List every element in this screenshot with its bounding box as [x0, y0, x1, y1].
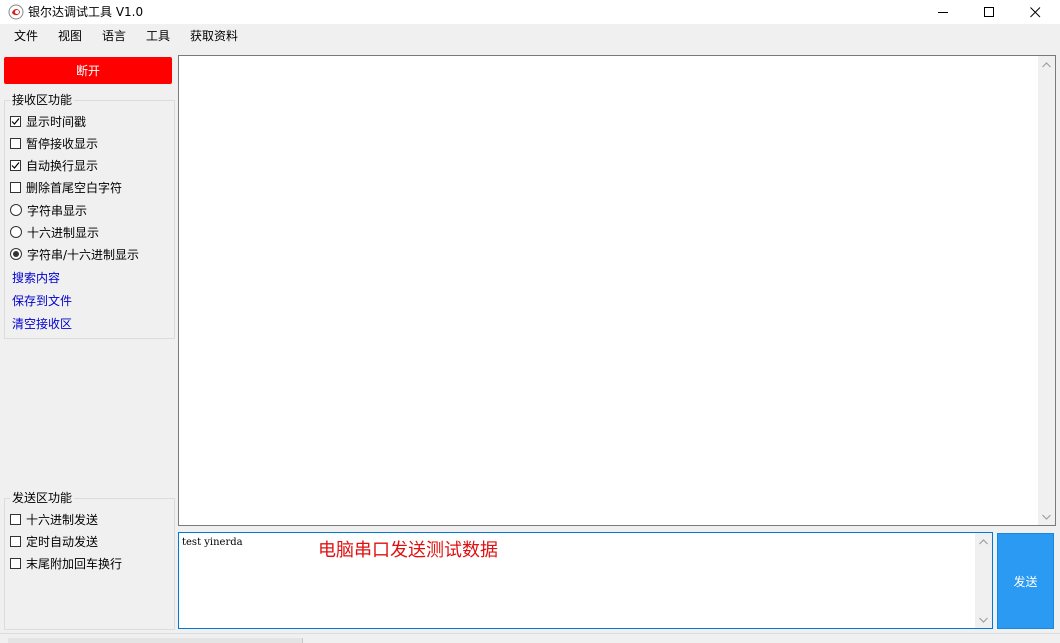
- string-hex-display-radio[interactable]: 字符串/十六进制显示: [10, 246, 139, 262]
- checkbox-box: [10, 535, 21, 547]
- menu-language[interactable]: 语言: [102, 28, 126, 44]
- option-label: 删除首尾空白字符: [26, 180, 123, 195]
- close-icon: [1029, 6, 1040, 17]
- append-crlf-checkbox[interactable]: 末尾附加回车换行: [10, 555, 122, 571]
- hex-display-radio[interactable]: 十六进制显示: [10, 224, 99, 240]
- radio-circle: [10, 204, 22, 216]
- checkbox-box: [10, 137, 21, 149]
- close-button[interactable]: [1012, 0, 1058, 24]
- show-timestamp-checkbox[interactable]: 显示时间戳: [10, 113, 86, 129]
- radio-circle: [10, 248, 22, 260]
- send-annotation: 电脑串口发送测试数据: [318, 540, 498, 561]
- option-label: 末尾附加回车换行: [26, 556, 123, 571]
- option-label: 字符串/十六进制显示: [27, 247, 140, 262]
- scroll-up-icon[interactable]: [975, 533, 992, 550]
- receive-options-legend: 接收区功能: [10, 93, 75, 107]
- string-display-radio[interactable]: 字符串显示: [10, 202, 87, 218]
- option-label: 暂停接收显示: [26, 136, 99, 151]
- save-to-file-link[interactable]: 保存到文件: [12, 293, 72, 309]
- send-button[interactable]: 发送: [997, 533, 1054, 629]
- checkbox-box: [10, 181, 21, 193]
- send-scrollbar[interactable]: [975, 533, 992, 628]
- option-label: 十六进制发送: [26, 512, 99, 527]
- scroll-down-icon[interactable]: [1038, 508, 1055, 525]
- maximize-button[interactable]: [966, 0, 1012, 24]
- disconnect-button[interactable]: 断开: [4, 57, 172, 84]
- option-label: 字符串显示: [27, 203, 88, 218]
- menu-get-resources[interactable]: 获取资料: [190, 28, 238, 44]
- option-label: 自动换行显示: [26, 158, 99, 173]
- title-bar: 银尔达调试工具 V1.0: [0, 0, 1060, 24]
- menu-bar: 文件 视图 语言 工具 获取资料: [0, 24, 1060, 48]
- clear-receive-link[interactable]: 清空接收区: [12, 316, 72, 332]
- checkbox-box: [10, 115, 21, 127]
- receive-textarea[interactable]: [178, 55, 1056, 526]
- window-title: 银尔达调试工具 V1.0: [28, 5, 144, 19]
- checkmark-icon: [11, 117, 20, 125]
- checkbox-box: [10, 557, 21, 569]
- status-bar: [0, 633, 1060, 643]
- menu-file[interactable]: 文件: [14, 28, 38, 44]
- checkbox-box: [10, 513, 21, 525]
- receive-scrollbar[interactable]: [1038, 56, 1055, 525]
- pause-receive-checkbox[interactable]: 暂停接收显示: [10, 135, 98, 151]
- timed-send-checkbox[interactable]: 定时自动发送: [10, 533, 98, 549]
- status-segment: [8, 638, 303, 643]
- auto-wrap-checkbox[interactable]: 自动换行显示: [10, 157, 98, 173]
- menu-view[interactable]: 视图: [58, 28, 82, 44]
- hex-send-checkbox[interactable]: 十六进制发送: [10, 511, 98, 527]
- checkmark-icon: [11, 161, 20, 169]
- checkbox-box: [10, 159, 21, 171]
- scroll-up-icon[interactable]: [1038, 56, 1055, 73]
- minimize-button[interactable]: [920, 0, 966, 24]
- send-text-value: test yinerda: [182, 537, 243, 548]
- option-label: 十六进制显示: [27, 225, 100, 240]
- search-content-link[interactable]: 搜索内容: [12, 270, 60, 286]
- send-textarea[interactable]: test yinerda 电脑串口发送测试数据: [178, 532, 993, 629]
- radio-circle: [10, 226, 22, 238]
- option-label: 显示时间戳: [26, 114, 87, 129]
- trim-whitespace-checkbox[interactable]: 删除首尾空白字符: [10, 179, 122, 195]
- radio-dot: [13, 251, 19, 257]
- send-options-legend: 发送区功能: [10, 491, 75, 505]
- option-label: 定时自动发送: [26, 534, 99, 549]
- maximize-icon: [983, 6, 994, 17]
- minimize-icon: [937, 11, 948, 13]
- app-logo-icon: [8, 4, 24, 20]
- menu-tools[interactable]: 工具: [146, 28, 170, 44]
- scroll-down-icon[interactable]: [975, 611, 992, 628]
